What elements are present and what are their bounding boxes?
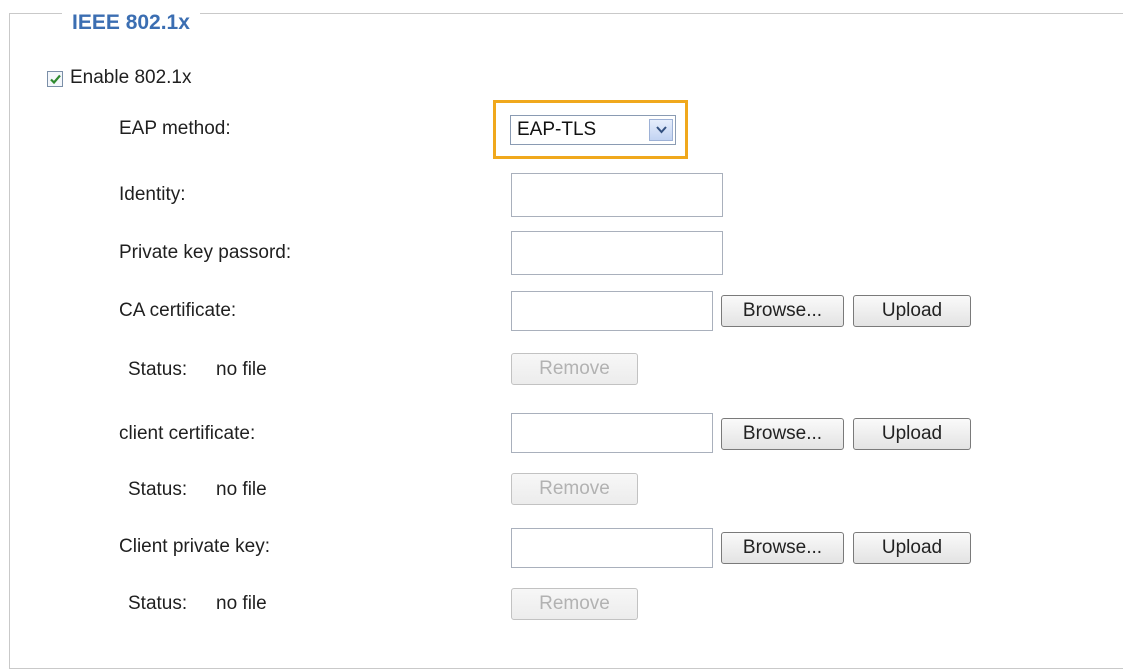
client-certificate-status-label: Status: (128, 479, 188, 500)
enable-8021x-checkbox[interactable] (47, 71, 63, 87)
private-key-password-input[interactable] (511, 231, 723, 275)
ca-certificate-status-label: Status: (128, 359, 188, 380)
chevron-down-icon[interactable] (649, 119, 673, 141)
eap-method-select[interactable]: EAP-TLS (510, 115, 676, 145)
eap-method-highlight: EAP-TLS (493, 100, 688, 159)
client-private-key-remove-button[interactable]: Remove (511, 588, 638, 620)
fieldset-legend: IEEE 802.1x (62, 12, 200, 34)
client-certificate-browse-button[interactable]: Browse... (721, 418, 844, 450)
private-key-password-label: Private key passord: (119, 242, 292, 263)
enable-8021x-label[interactable]: Enable 802.1x (70, 67, 192, 89)
ca-certificate-file-input[interactable] (511, 291, 713, 331)
checkmark-icon (50, 74, 61, 85)
eap-method-label: EAP method: (119, 118, 231, 139)
client-certificate-remove-button[interactable]: Remove (511, 473, 638, 505)
client-certificate-file-input[interactable] (511, 413, 713, 453)
client-private-key-upload-button[interactable]: Upload (853, 532, 971, 564)
client-private-key-status-label: Status: (128, 593, 188, 614)
identity-label: Identity: (119, 184, 186, 205)
ca-certificate-label: CA certificate: (119, 300, 237, 321)
identity-input[interactable] (511, 173, 723, 217)
client-certificate-upload-button[interactable]: Upload (853, 418, 971, 450)
client-private-key-status-value: no file (216, 593, 267, 614)
client-private-key-file-input[interactable] (511, 528, 713, 568)
ca-certificate-browse-button[interactable]: Browse... (721, 295, 844, 327)
client-certificate-label: client certificate: (119, 423, 256, 444)
eap-method-value: EAP-TLS (517, 119, 597, 140)
client-private-key-label: Client private key: (119, 536, 271, 557)
ca-certificate-upload-button[interactable]: Upload (853, 295, 971, 327)
ca-certificate-status-value: no file (216, 359, 267, 380)
client-certificate-status-value: no file (216, 479, 267, 500)
ca-certificate-remove-button[interactable]: Remove (511, 353, 638, 385)
client-private-key-browse-button[interactable]: Browse... (721, 532, 844, 564)
